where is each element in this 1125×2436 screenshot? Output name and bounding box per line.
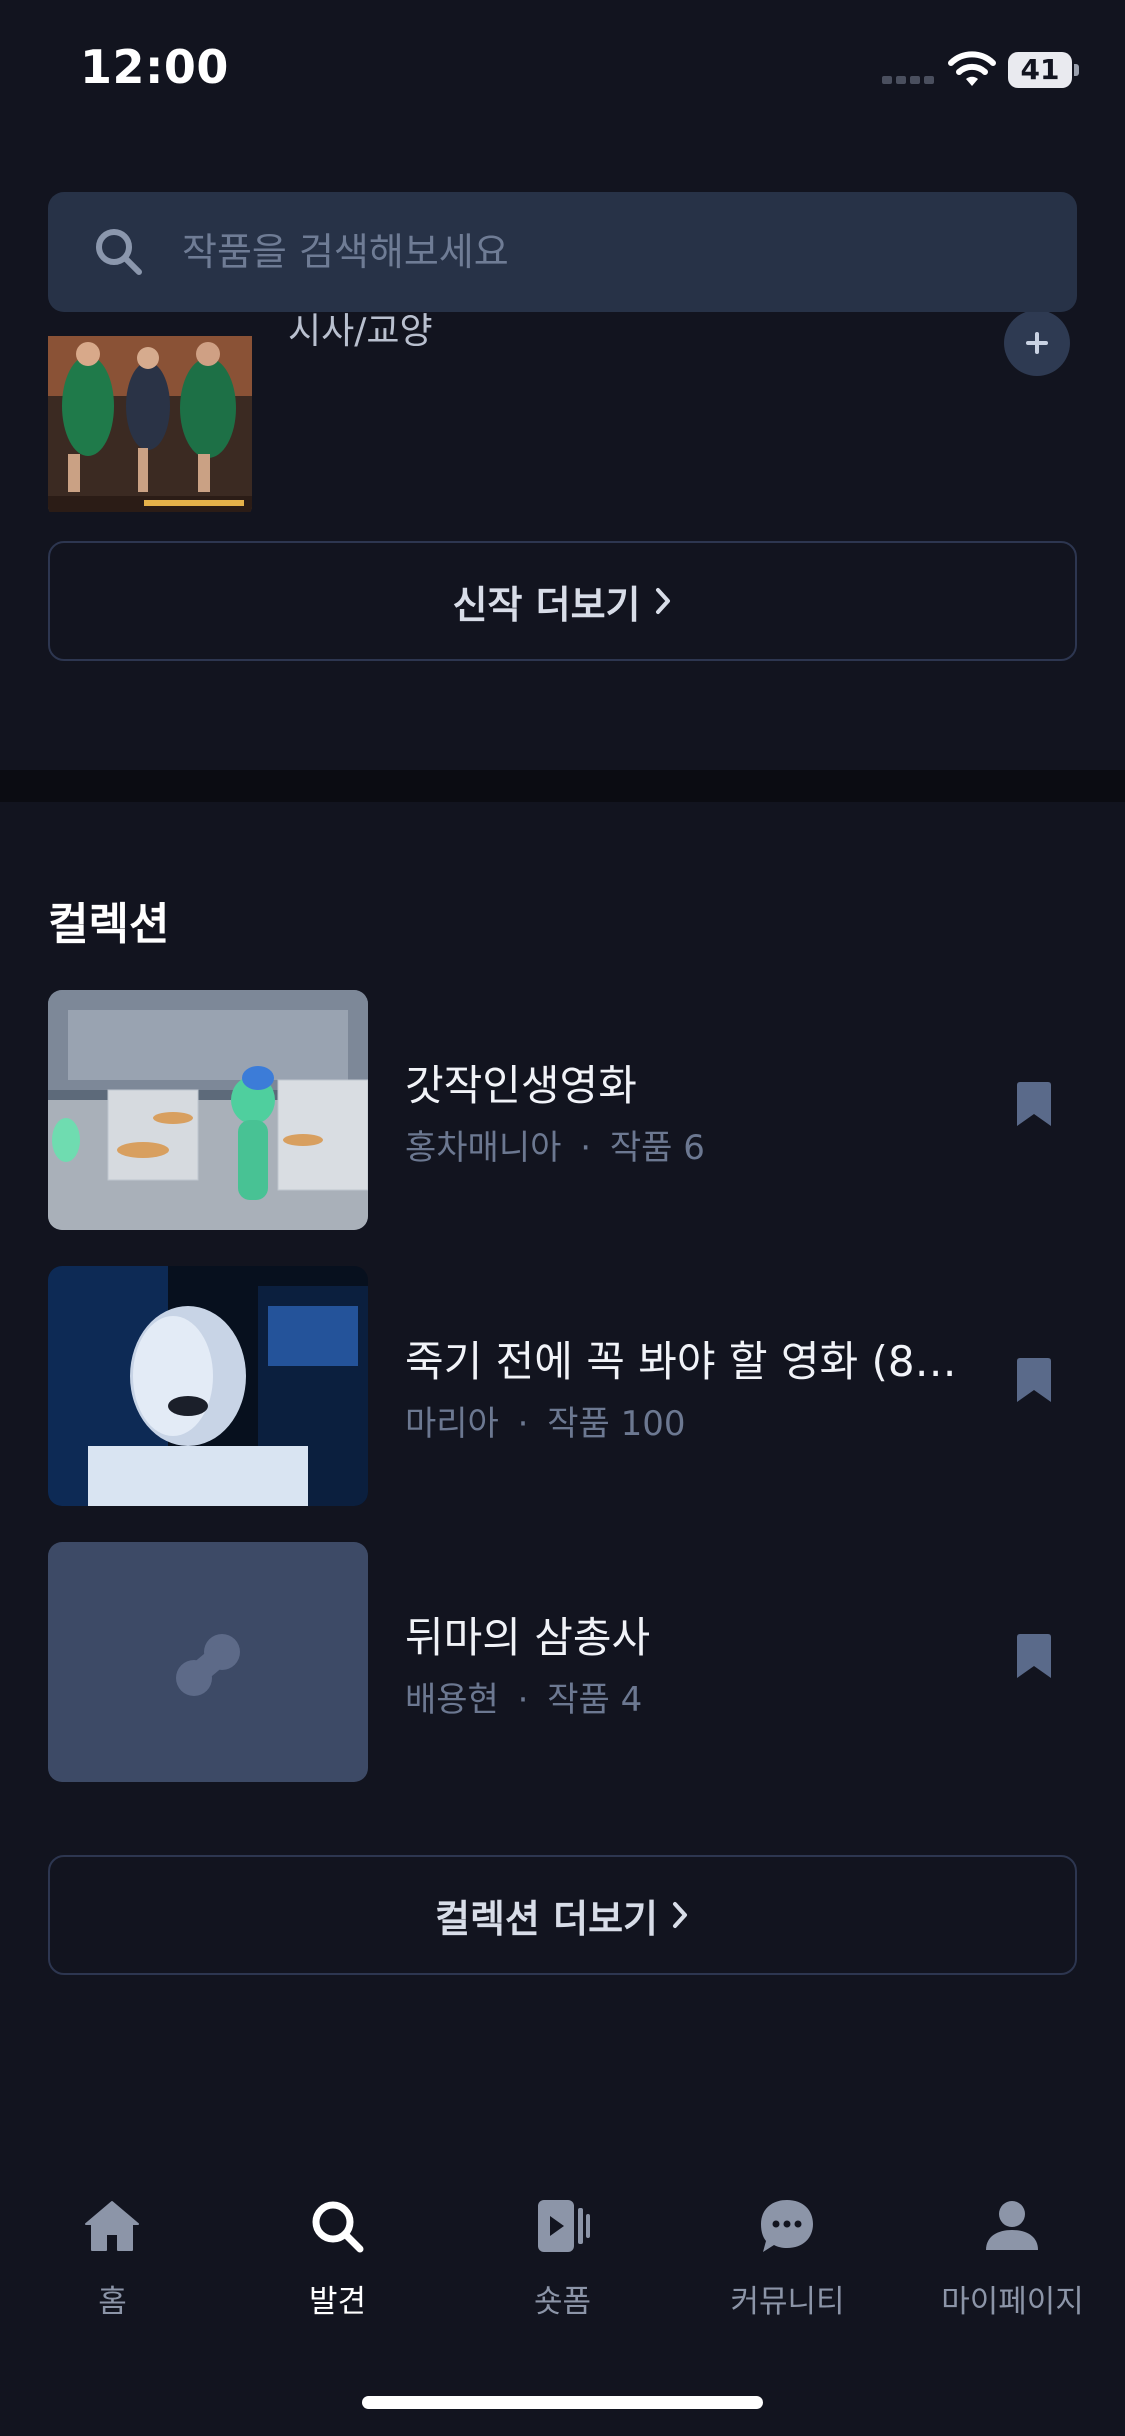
collection-thumbnail-placeholder <box>48 1542 368 1782</box>
collection-author: 마리아 <box>405 1404 499 1444</box>
short-video-icon <box>538 2200 590 2252</box>
movie-poster[interactable] <box>48 336 252 512</box>
collection-item[interactable]: 갓작인생영화 홍차매니아 · 작품 6 <box>48 990 1077 1230</box>
placeholder-logo-icon <box>176 1634 240 1696</box>
collection-meta: 배용현 · 작품 4 <box>405 1672 642 1721</box>
collection-title: 죽기 전에 꼭 봐야 할 영화 (8… <box>405 1337 957 1386</box>
meta-separator: · <box>517 1680 529 1720</box>
poster-genre-label: 시사/교양 <box>288 312 433 352</box>
search-input[interactable]: 작품을 검색해보세요 <box>48 192 1077 312</box>
collections-more-label: 컬렉션 더보기 <box>435 1896 658 1941</box>
collection-meta: 홍차매니아 · 작품 6 <box>405 1120 705 1169</box>
bookmark-icon[interactable] <box>1014 1632 1054 1680</box>
bottom-tab-bar: 홈 발견 숏폼 커뮤니티 마이페이지 <box>0 2160 1125 2436</box>
chat-bubble-icon <box>761 2200 813 2252</box>
home-icon <box>85 2201 139 2251</box>
new-release-row[interactable]: 시사/교양 <box>0 312 1125 512</box>
search-icon <box>312 2201 364 2253</box>
meta-separator: · <box>517 1404 529 1444</box>
add-button[interactable] <box>1004 312 1070 376</box>
tab-label: 발견 <box>308 2284 367 2320</box>
tab-mypage[interactable]: 마이페이지 <box>900 2196 1125 2326</box>
home-indicator[interactable] <box>362 2396 763 2409</box>
collection-author: 홍차매니아 <box>405 1128 562 1168</box>
search-icon <box>96 229 142 275</box>
collections-section-title: 컬렉션 <box>48 899 170 950</box>
collection-count: 작품 4 <box>547 1680 643 1720</box>
collection-thumbnail <box>48 1266 368 1506</box>
collection-thumbnail <box>48 990 368 1230</box>
poster-image <box>48 336 252 512</box>
collection-meta: 마리아 · 작품 100 <box>405 1396 686 1445</box>
battery-icon: 41 <box>1008 52 1079 88</box>
new-releases-more-button[interactable]: 신작 더보기 <box>48 541 1077 661</box>
collection-author: 배용현 <box>405 1680 499 1720</box>
collection-count: 작품 100 <box>547 1404 686 1444</box>
collection-item[interactable]: 뒤마의 삼총사 배용현 · 작품 4 <box>48 1542 1077 1782</box>
chevron-right-icon <box>655 588 670 614</box>
wifi-icon <box>948 51 996 86</box>
tab-discover[interactable]: 발견 <box>225 2196 450 2326</box>
tab-shortform[interactable]: 숏폼 <box>450 2196 675 2326</box>
profile-icon <box>986 2201 1038 2250</box>
collection-item[interactable]: 죽기 전에 꼭 봐야 할 영화 (8… 마리아 · 작품 100 <box>48 1266 1077 1506</box>
search-placeholder: 작품을 검색해보세요 <box>182 230 509 274</box>
tab-label: 숏폼 <box>533 2284 592 2320</box>
meta-separator: · <box>580 1128 592 1168</box>
tab-label: 커뮤니티 <box>730 2284 845 2320</box>
collections-more-button[interactable]: 컬렉션 더보기 <box>48 1855 1077 1975</box>
tab-community[interactable]: 커뮤니티 <box>675 2196 900 2326</box>
chevron-right-icon <box>673 1902 687 1928</box>
new-releases-more-label: 신작 더보기 <box>452 582 641 627</box>
tab-label: 마이페이지 <box>941 2284 1084 2320</box>
collection-title: 갓작인생영화 <box>405 1061 637 1110</box>
collection-title: 뒤마의 삼총사 <box>405 1613 651 1662</box>
collection-count: 작품 6 <box>609 1128 705 1168</box>
status-bar: 12:00 41 <box>0 0 1125 135</box>
tab-label: 홈 <box>98 2284 127 2320</box>
discover-screen: 12:00 41 작품을 검색해보세요 시사/교양 신작 더보기 컬렉션 갓작인… <box>0 0 1125 2436</box>
battery-level: 41 <box>1020 53 1060 86</box>
tab-home[interactable]: 홈 <box>0 2196 225 2326</box>
bookmark-icon[interactable] <box>1014 1356 1054 1404</box>
status-time: 12:00 <box>80 40 229 94</box>
section-divider <box>0 770 1125 802</box>
cellular-signal-icon <box>882 76 934 86</box>
bookmark-icon[interactable] <box>1014 1080 1054 1128</box>
